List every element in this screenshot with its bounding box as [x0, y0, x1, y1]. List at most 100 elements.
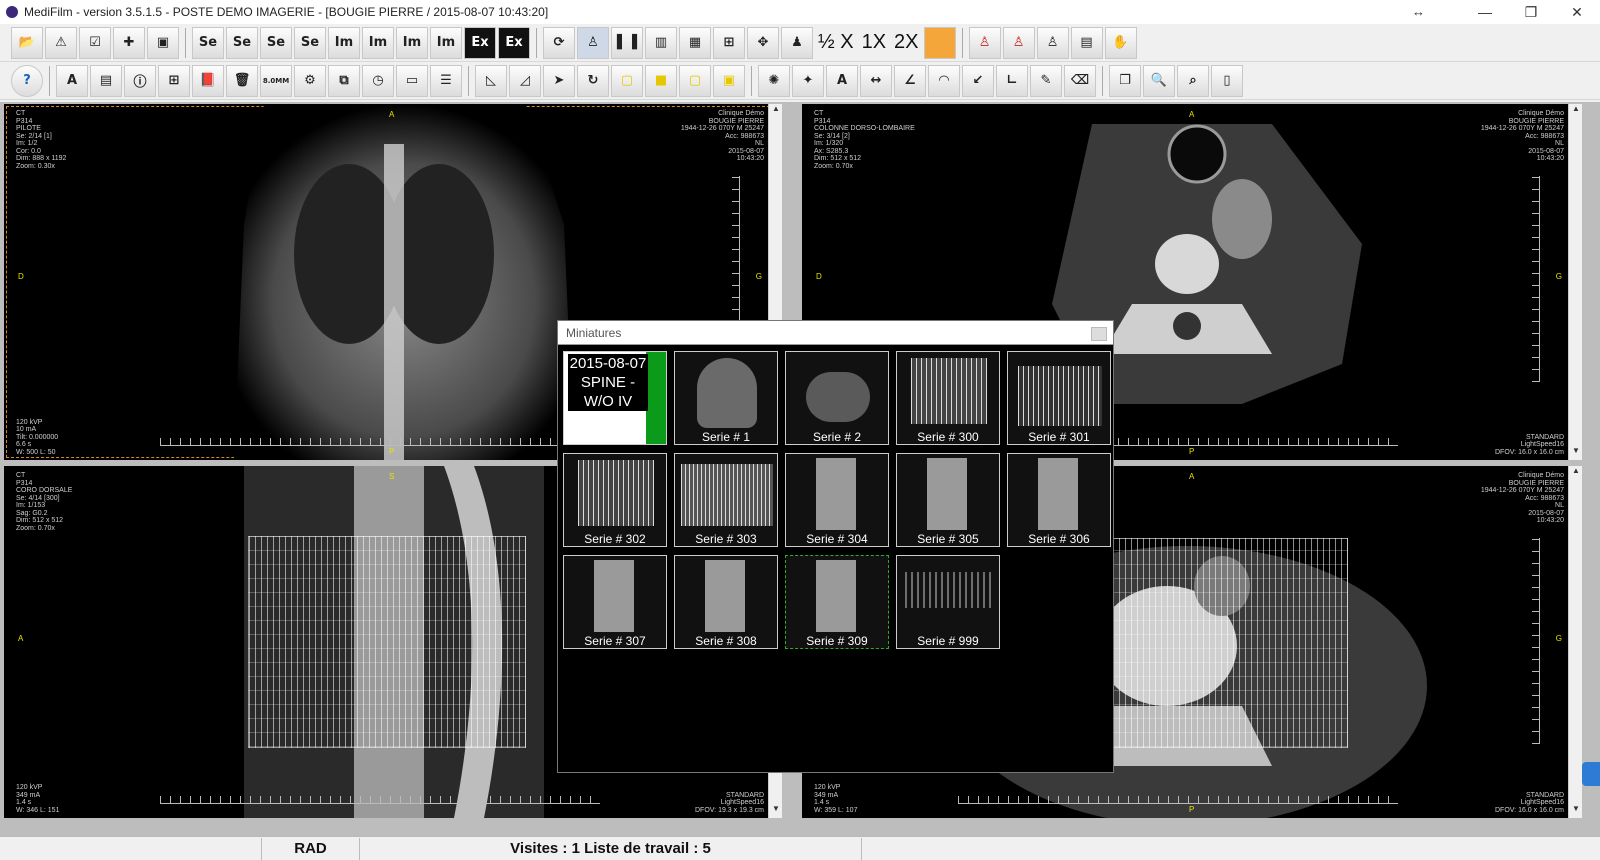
- prev-image-button[interactable]: Im: [362, 26, 394, 59]
- scale-icon[interactable]: 8.0MM: [260, 64, 292, 97]
- prev-series-button[interactable]: Se: [226, 26, 258, 59]
- network-icon[interactable]: ⚙: [294, 64, 326, 97]
- series-thumbnail[interactable]: Serie # 304: [785, 453, 889, 547]
- roi-square-fill-icon[interactable]: ■: [645, 64, 677, 97]
- layout-1x2-icon[interactable]: ▌▐: [611, 26, 643, 59]
- viewport-acq-info: 120 kVP 349 mA 1.4 s W: 359 L: 107: [814, 784, 858, 814]
- series-thumbnail-selected[interactable]: Serie # 309: [785, 555, 889, 649]
- roi-square-icon[interactable]: ▢: [611, 64, 643, 97]
- series-thumbnail[interactable]: Serie # 301: [1007, 351, 1111, 445]
- viewport-scrollbar[interactable]: ▲ ▼: [1568, 104, 1582, 460]
- magnifier-icon[interactable]: 🔍: [1143, 64, 1175, 97]
- layout-grid-icon[interactable]: ▦: [679, 26, 711, 59]
- warning-icon[interactable]: ⚠: [45, 26, 77, 59]
- series-thumbnail[interactable]: Serie # 308: [674, 555, 778, 649]
- color-lut-icon[interactable]: [923, 26, 956, 59]
- scroll-down-icon[interactable]: ▼: [1569, 446, 1582, 460]
- book-icon[interactable]: 📕: [192, 64, 224, 97]
- flip-right-icon[interactable]: ◿: [509, 64, 541, 97]
- timer-icon[interactable]: ◷: [362, 64, 394, 97]
- cassette-icon[interactable]: ▣: [147, 26, 179, 59]
- stack-icon[interactable]: ▤: [1070, 26, 1103, 59]
- zoom-box-icon[interactable]: ⌕: [1177, 64, 1209, 97]
- scroll-down-icon[interactable]: ▼: [1569, 804, 1582, 818]
- vertical-ruler: [1532, 176, 1540, 382]
- scroll-up-icon[interactable]: ▲: [769, 104, 782, 118]
- distance-icon[interactable]: ↔: [860, 64, 892, 97]
- body-red-icon[interactable]: ♙: [968, 26, 1001, 59]
- study-thumbnail[interactable]: 2015-08-07 SPINE - W/O IV: [563, 351, 667, 445]
- info-icon[interactable]: ⓘ: [124, 64, 156, 97]
- stack-layers-icon[interactable]: ❐: [1109, 64, 1141, 97]
- next-exam-button[interactable]: Ex: [498, 26, 530, 59]
- worklist-icon[interactable]: ☑: [79, 26, 111, 59]
- next-series-button[interactable]: Se: [260, 26, 292, 59]
- last-image-button[interactable]: Im: [430, 26, 462, 59]
- open-folder-icon[interactable]: 📂: [11, 26, 43, 59]
- series-thumbnail[interactable]: Serie # 303: [674, 453, 778, 547]
- polyline-icon[interactable]: ∟: [996, 64, 1028, 97]
- angle-icon[interactable]: ∠: [894, 64, 926, 97]
- roi-square-2-icon[interactable]: ▢: [679, 64, 711, 97]
- zoom-1x-button[interactable]: 1X: [858, 31, 890, 54]
- scroll-up-icon[interactable]: ▲: [1569, 466, 1582, 480]
- dialog-close-button[interactable]: [1091, 327, 1107, 341]
- refresh-icon[interactable]: ⟳: [543, 26, 575, 59]
- zoom-half-button[interactable]: ½ X: [814, 31, 858, 54]
- roi-square-3-icon[interactable]: ▣: [713, 64, 745, 97]
- text-annotation-icon[interactable]: A: [826, 64, 858, 97]
- help-icon[interactable]: ?: [11, 64, 43, 97]
- flip-left-icon[interactable]: ◺: [475, 64, 507, 97]
- series-thumbnail[interactable]: Serie # 300: [896, 351, 1000, 445]
- arrow-annotation-icon[interactable]: ↙: [962, 64, 994, 97]
- selection-grid-icon[interactable]: ⊞: [158, 64, 190, 97]
- zoom-2x-button[interactable]: 2X: [890, 31, 922, 54]
- contrast-icon[interactable]: ✺: [758, 64, 790, 97]
- annotation-text-icon[interactable]: A: [56, 64, 88, 97]
- series-label: Serie # 307: [584, 634, 646, 648]
- first-image-button[interactable]: Im: [328, 26, 360, 59]
- protractor-icon[interactable]: ◠: [928, 64, 960, 97]
- last-series-button[interactable]: Se: [294, 26, 326, 59]
- flip-arrow-icon[interactable]: ➤: [543, 64, 575, 97]
- body-red-outline-icon[interactable]: ♙: [1002, 26, 1035, 59]
- pan-icon[interactable]: ✥: [747, 26, 779, 59]
- rotate-icon[interactable]: ↻: [577, 64, 609, 97]
- series-thumbnail[interactable]: Serie # 999: [896, 555, 1000, 649]
- body-icon[interactable]: ♟: [781, 26, 813, 59]
- series-label: Serie # 999: [917, 634, 979, 648]
- trash-icon[interactable]: 🗑: [226, 64, 258, 97]
- next-image-button[interactable]: Im: [396, 26, 428, 59]
- compare-icon[interactable]: ▯: [1211, 64, 1243, 97]
- viewport-scrollbar[interactable]: ▲ ▼: [1568, 466, 1582, 818]
- hand-icon[interactable]: ✋: [1104, 26, 1137, 59]
- scroll-down-icon[interactable]: ▼: [769, 804, 782, 818]
- scroll-up-icon[interactable]: ▲: [1569, 104, 1582, 118]
- series-thumbnail[interactable]: Serie # 302: [563, 453, 667, 547]
- patient-icon[interactable]: ♙: [577, 26, 609, 59]
- first-series-button[interactable]: Se: [192, 26, 224, 59]
- series-thumbnail[interactable]: Serie # 1: [674, 351, 778, 445]
- series-thumbnail[interactable]: Serie # 306: [1007, 453, 1111, 547]
- series-thumbnail[interactable]: Serie # 305: [896, 453, 1000, 547]
- maximize-button[interactable]: ❐: [1508, 0, 1554, 24]
- series-thumbnail[interactable]: Serie # 2: [785, 351, 889, 445]
- layout-columns-icon[interactable]: ▥: [645, 26, 677, 59]
- series-thumbnail[interactable]: Serie # 307: [563, 555, 667, 649]
- film-icon[interactable]: ▭: [396, 64, 428, 97]
- chat-support-icon[interactable]: [1582, 762, 1600, 786]
- orientation-right: G: [1555, 272, 1562, 281]
- pencil-icon[interactable]: ✎: [1030, 64, 1062, 97]
- report-icon[interactable]: ▤: [90, 64, 122, 97]
- prev-exam-button[interactable]: Ex: [464, 26, 496, 59]
- magic-wand-icon[interactable]: ✦: [792, 64, 824, 97]
- viewport-info-left: CT P314 PILOTE Se: 2/14 [1] Im: 1/2 Cor:…: [16, 110, 67, 170]
- layout-quad-icon[interactable]: ⊞: [713, 26, 745, 59]
- add-patient-icon[interactable]: ✚: [113, 26, 145, 59]
- close-button[interactable]: ✕: [1554, 0, 1600, 24]
- ruler-bar-icon[interactable]: ☰: [430, 64, 462, 97]
- body-scan-icon[interactable]: ♙: [1036, 26, 1069, 59]
- export-icon[interactable]: ⧉: [328, 64, 360, 97]
- minimize-button[interactable]: —: [1462, 0, 1508, 24]
- eraser-icon[interactable]: ⌫: [1064, 64, 1096, 97]
